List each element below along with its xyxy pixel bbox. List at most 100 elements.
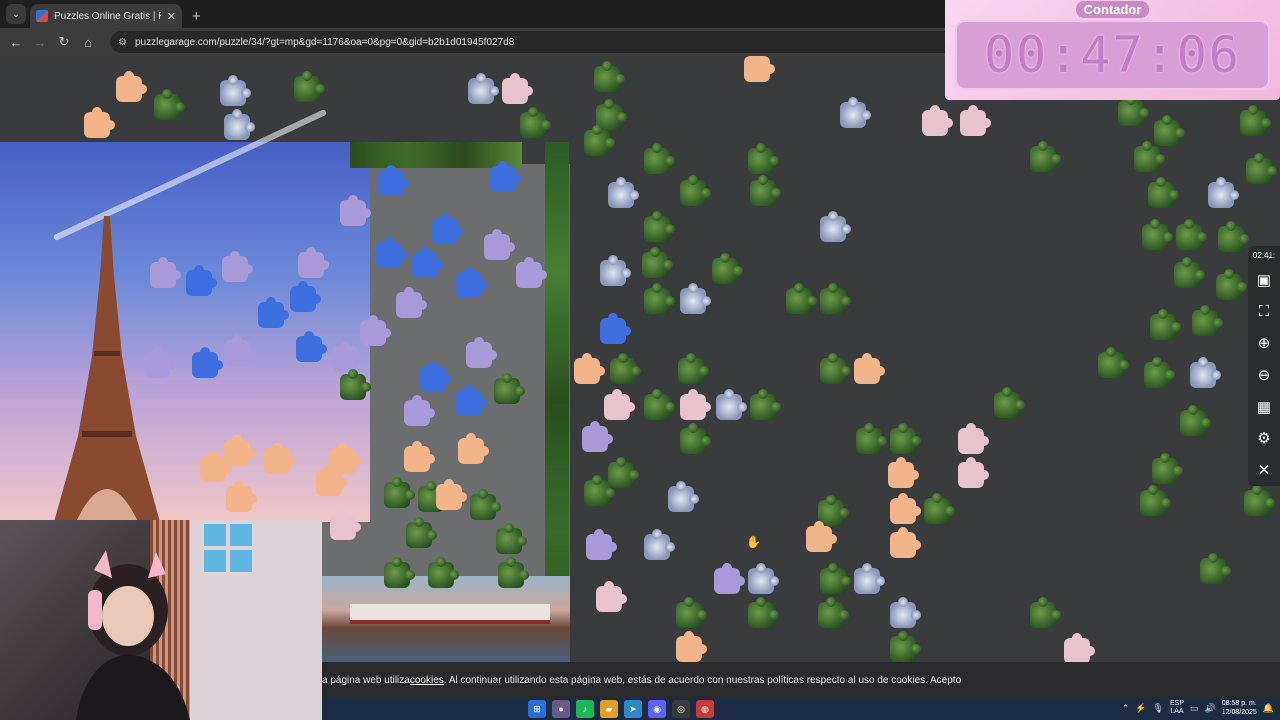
puzzle-piece[interactable]: [714, 563, 745, 594]
app-icon[interactable]: ●: [552, 700, 570, 718]
puzzle-piece[interactable]: [806, 521, 837, 552]
puzzle-piece[interactable]: [1174, 257, 1205, 288]
puzzle-piece[interactable]: [290, 281, 321, 312]
puzzle-piece[interactable]: [490, 161, 521, 192]
puzzle-piece[interactable]: [1150, 309, 1181, 340]
obs-icon[interactable]: ◎: [672, 700, 690, 718]
puzzle-piece[interactable]: [600, 313, 631, 344]
cookies-link[interactable]: cookies: [410, 675, 444, 686]
language-indicator[interactable]: ESP LAA: [1170, 700, 1184, 716]
puzzle-piece[interactable]: [642, 247, 673, 278]
new-tab-button[interactable]: +: [192, 8, 201, 25]
puzzle-piece[interactable]: [1208, 177, 1239, 208]
puzzle-piece[interactable]: [748, 597, 779, 628]
puzzle-piece[interactable]: [584, 125, 615, 156]
puzzle-piece[interactable]: [330, 509, 361, 540]
puzzle-piece[interactable]: [890, 597, 921, 628]
puzzle-piece[interactable]: [494, 373, 525, 404]
puzzle-piece[interactable]: [712, 253, 743, 284]
puzzle-piece[interactable]: [384, 557, 415, 588]
puzzle-piece[interactable]: [1192, 305, 1223, 336]
puzzle-piece[interactable]: [1144, 357, 1175, 388]
preview-image-icon[interactable]: ▣: [1250, 264, 1278, 296]
puzzle-piece[interactable]: [680, 175, 711, 206]
puzzle-piece[interactable]: [520, 107, 551, 138]
puzzle-piece[interactable]: [596, 581, 627, 612]
puzzle-piece[interactable]: [376, 237, 407, 268]
puzzle-piece[interactable]: [1154, 115, 1185, 146]
puzzle-piece[interactable]: [258, 297, 289, 328]
puzzle-piece[interactable]: [750, 175, 781, 206]
puzzle-piece[interactable]: [192, 347, 223, 378]
puzzle-piece[interactable]: [600, 255, 631, 286]
close-icon[interactable]: ✕: [1250, 454, 1278, 486]
puzzle-piece[interactable]: [458, 433, 489, 464]
puzzle-piece[interactable]: [1180, 405, 1211, 436]
puzzle-piece[interactable]: [716, 389, 747, 420]
home-icon[interactable]: ⌂: [78, 32, 98, 52]
puzzle-piece[interactable]: [644, 389, 675, 420]
puzzle-piece[interactable]: [820, 283, 851, 314]
puzzle-piece[interactable]: [608, 177, 639, 208]
puzzle-piece[interactable]: [958, 423, 989, 454]
puzzle-piece[interactable]: [644, 529, 675, 560]
puzzle-piece[interactable]: [644, 283, 675, 314]
puzzle-piece[interactable]: [404, 395, 435, 426]
puzzle-piece[interactable]: [750, 389, 781, 420]
puzzle-piece[interactable]: [668, 481, 699, 512]
puzzle-piece[interactable]: [332, 341, 363, 372]
puzzle-piece[interactable]: [678, 353, 709, 384]
puzzle-piece[interactable]: [890, 527, 921, 558]
puzzle-piece[interactable]: [922, 105, 953, 136]
puzzle-piece[interactable]: [644, 143, 675, 174]
site-info-icon[interactable]: ⚙: [118, 37, 127, 48]
puzzle-piece[interactable]: [888, 457, 919, 488]
puzzle-piece[interactable]: [1246, 153, 1277, 184]
puzzle-piece[interactable]: [924, 493, 955, 524]
puzzle-piece[interactable]: [582, 421, 613, 452]
puzzle-piece[interactable]: [496, 523, 527, 554]
puzzle-piece[interactable]: [840, 97, 871, 128]
puzzle-piece[interactable]: [1240, 105, 1271, 136]
puzzle-piece[interactable]: [396, 287, 427, 318]
puzzle-piece[interactable]: [340, 195, 371, 226]
puzzle-piece[interactable]: [468, 73, 499, 104]
puzzle-piece[interactable]: [498, 557, 529, 588]
puzzle-piece[interactable]: [186, 265, 217, 296]
discord-icon[interactable]: ◉: [648, 700, 666, 718]
puzzle-piece[interactable]: [584, 475, 615, 506]
fullscreen-icon[interactable]: ⛶: [1250, 296, 1278, 328]
puzzle-piece[interactable]: [786, 283, 817, 314]
close-tab-icon[interactable]: ✕: [167, 10, 176, 23]
puzzle-piece[interactable]: [470, 489, 501, 520]
puzzle-piece[interactable]: [744, 56, 775, 82]
puzzle-piece[interactable]: [378, 165, 409, 196]
clock[interactable]: 08:58 p. m. 12/08/2025: [1222, 699, 1257, 717]
puzzle-piece[interactable]: [856, 423, 887, 454]
accept-cookies-button[interactable]: Acepto: [922, 670, 969, 690]
spotify-icon[interactable]: ♪: [576, 700, 594, 718]
arrange-pieces-icon[interactable]: ▦: [1250, 391, 1278, 423]
puzzle-piece[interactable]: [1140, 485, 1171, 516]
puzzle-piece[interactable]: [1030, 141, 1061, 172]
puzzle-piece[interactable]: [436, 479, 467, 510]
puzzle-piece[interactable]: [680, 389, 711, 420]
puzzle-piece[interactable]: [516, 257, 547, 288]
puzzle-piece[interactable]: [154, 89, 185, 120]
puzzle-piece[interactable]: [994, 387, 1025, 418]
puzzle-piece[interactable]: [960, 105, 991, 136]
puzzle-piece[interactable]: [890, 631, 921, 662]
puzzle-piece[interactable]: [1134, 141, 1165, 172]
microphone-icon[interactable]: 🎙: [1153, 703, 1164, 714]
puzzle-piece[interactable]: [610, 353, 641, 384]
puzzle-piece[interactable]: [224, 335, 255, 366]
network-icon[interactable]: ⚡: [1135, 703, 1146, 714]
reload-icon[interactable]: ↻: [54, 32, 74, 52]
display-icon[interactable]: ▭: [1190, 703, 1199, 714]
puzzle-piece[interactable]: [412, 247, 443, 278]
puzzle-piece[interactable]: [456, 385, 487, 416]
puzzle-piece[interactable]: [264, 443, 295, 474]
puzzle-piece[interactable]: [854, 353, 885, 384]
puzzle-piece[interactable]: [680, 423, 711, 454]
forward-arrow-icon[interactable]: →: [30, 32, 50, 52]
